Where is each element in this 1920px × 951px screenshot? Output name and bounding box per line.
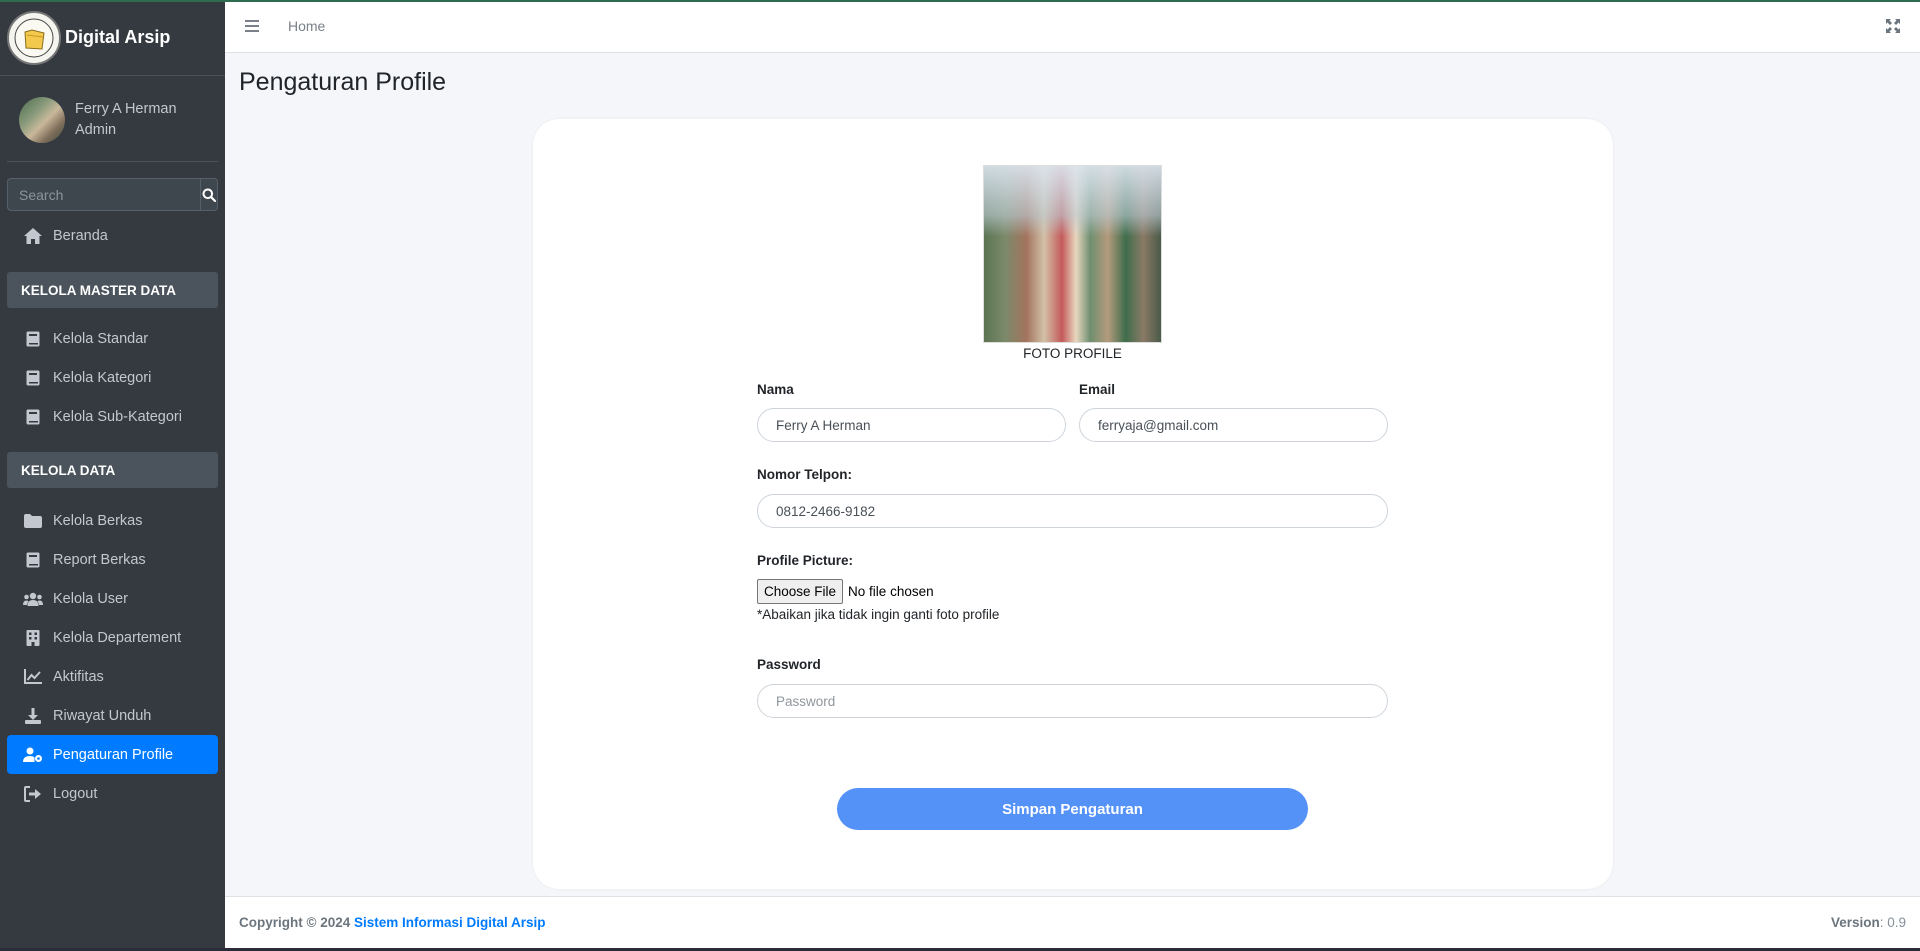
folder-icon (23, 511, 43, 531)
brand[interactable]: Digital Arsip (0, 0, 225, 76)
sidebar-item-kelola-user[interactable]: Kelola User (7, 579, 218, 618)
building-icon (23, 628, 43, 648)
sidebar-item-label: Report Berkas (53, 551, 146, 568)
sidebar-item-riwayat-unduh[interactable]: Riwayat Unduh (7, 696, 218, 735)
book-icon (23, 329, 43, 349)
sidebar-search (7, 178, 218, 211)
brand-title: Digital Arsip (65, 27, 171, 47)
sidebar-item-aktifitas[interactable]: Aktifitas (7, 657, 218, 696)
sidebar-item-label: Kelola User (53, 590, 128, 607)
avatar (19, 96, 65, 143)
choose-file-button[interactable]: Choose File (757, 579, 844, 604)
version-value: : 0.9 (1879, 915, 1906, 930)
email-field[interactable] (1079, 408, 1388, 442)
copyright-text: Copyright © 2024 (239, 915, 351, 930)
file-input: Choose File No file chosen (757, 579, 934, 604)
search-input[interactable] (7, 178, 200, 211)
sidebar-item-label: Aktifitas (53, 668, 104, 685)
sidebar-item-kelola-departement[interactable]: Kelola Departement (7, 618, 218, 657)
phone-label: Nomor Telpon: (757, 467, 852, 482)
book-icon (23, 407, 43, 427)
book-icon (23, 550, 43, 570)
logout-icon (23, 784, 43, 804)
sidebar: Digital Arsip Ferry A Herman Admin Beran… (0, 0, 225, 951)
sidebar-item-pengaturan-profile[interactable]: Pengaturan Profile (7, 735, 218, 774)
password-field[interactable] (757, 684, 1388, 718)
password-label: Password (757, 657, 821, 672)
version-label: Version (1830, 915, 1880, 930)
chart-line-icon (23, 667, 43, 687)
menu-toggle-icon[interactable] (245, 20, 259, 32)
sidebar-item-report-berkas[interactable]: Report Berkas (7, 540, 218, 579)
app-link[interactable]: Sistem Informasi Digital Arsip (354, 915, 546, 930)
page-title: Pengaturan Profile (239, 68, 447, 96)
sidebar-item-label: Kelola Departement (53, 629, 182, 646)
sidebar-item-kelola-berkas[interactable]: Kelola Berkas (7, 501, 218, 540)
footer: Copyright © 2024 Sistem Informasi Digita… (225, 896, 1920, 948)
picture-hint: *Abaikan jika tidak ingin ganti foto pro… (757, 607, 1000, 622)
fullscreen-icon[interactable] (1886, 19, 1900, 38)
file-status: No file chosen (848, 584, 934, 599)
user-panel[interactable]: Ferry A Herman Admin (7, 76, 218, 162)
sidebar-item-label: Beranda (53, 227, 108, 244)
download-icon (23, 706, 43, 726)
user-role: Admin (75, 121, 117, 138)
book-icon (23, 368, 43, 388)
photo-caption: FOTO PROFILE (1023, 346, 1122, 361)
user-name: Ferry A Herman (75, 100, 177, 117)
users-icon (23, 589, 43, 609)
phone-field[interactable] (757, 494, 1388, 528)
sidebar-item-label: Pengaturan Profile (53, 746, 174, 763)
sidebar-item-kelola-sub-kategori[interactable]: Kelola Sub-Kategori (7, 397, 218, 436)
sidebar-item-label: Kelola Standar (53, 330, 149, 347)
nav-header-data: KELOLA DATA (7, 452, 218, 488)
email-label: Email (1079, 382, 1116, 397)
top-accent-line (0, 0, 1920, 2)
sidebar-item-kelola-kategori[interactable]: Kelola Kategori (7, 358, 218, 397)
user-cog-icon (23, 745, 43, 765)
sidebar-item-kelola-standar[interactable]: Kelola Standar (7, 319, 218, 358)
search-button[interactable] (200, 178, 218, 211)
nama-label: Nama (757, 382, 794, 397)
sidebar-item-label: Kelola Berkas (53, 512, 143, 529)
nav-header-master: KELOLA MASTER DATA (7, 272, 218, 308)
nama-field[interactable] (757, 408, 1066, 442)
home-icon (23, 226, 43, 246)
save-button[interactable]: Simpan Pengaturan (837, 788, 1308, 830)
picture-label: Profile Picture: (757, 553, 854, 568)
search-icon (202, 188, 216, 202)
sidebar-item-logout[interactable]: Logout (7, 774, 218, 813)
sidebar-item-label: Kelola Sub-Kategori (53, 408, 182, 425)
top-home-link[interactable]: Home (288, 18, 325, 34)
sidebar-item-label: Logout (53, 785, 98, 802)
sidebar-item-beranda[interactable]: Beranda (7, 216, 218, 255)
profile-photo (983, 165, 1162, 343)
sidebar-item-label: Kelola Kategori (53, 369, 152, 386)
topbar: Home (225, 0, 1920, 53)
folder-logo-icon (7, 10, 61, 65)
sidebar-item-label: Riwayat Unduh (53, 707, 152, 724)
